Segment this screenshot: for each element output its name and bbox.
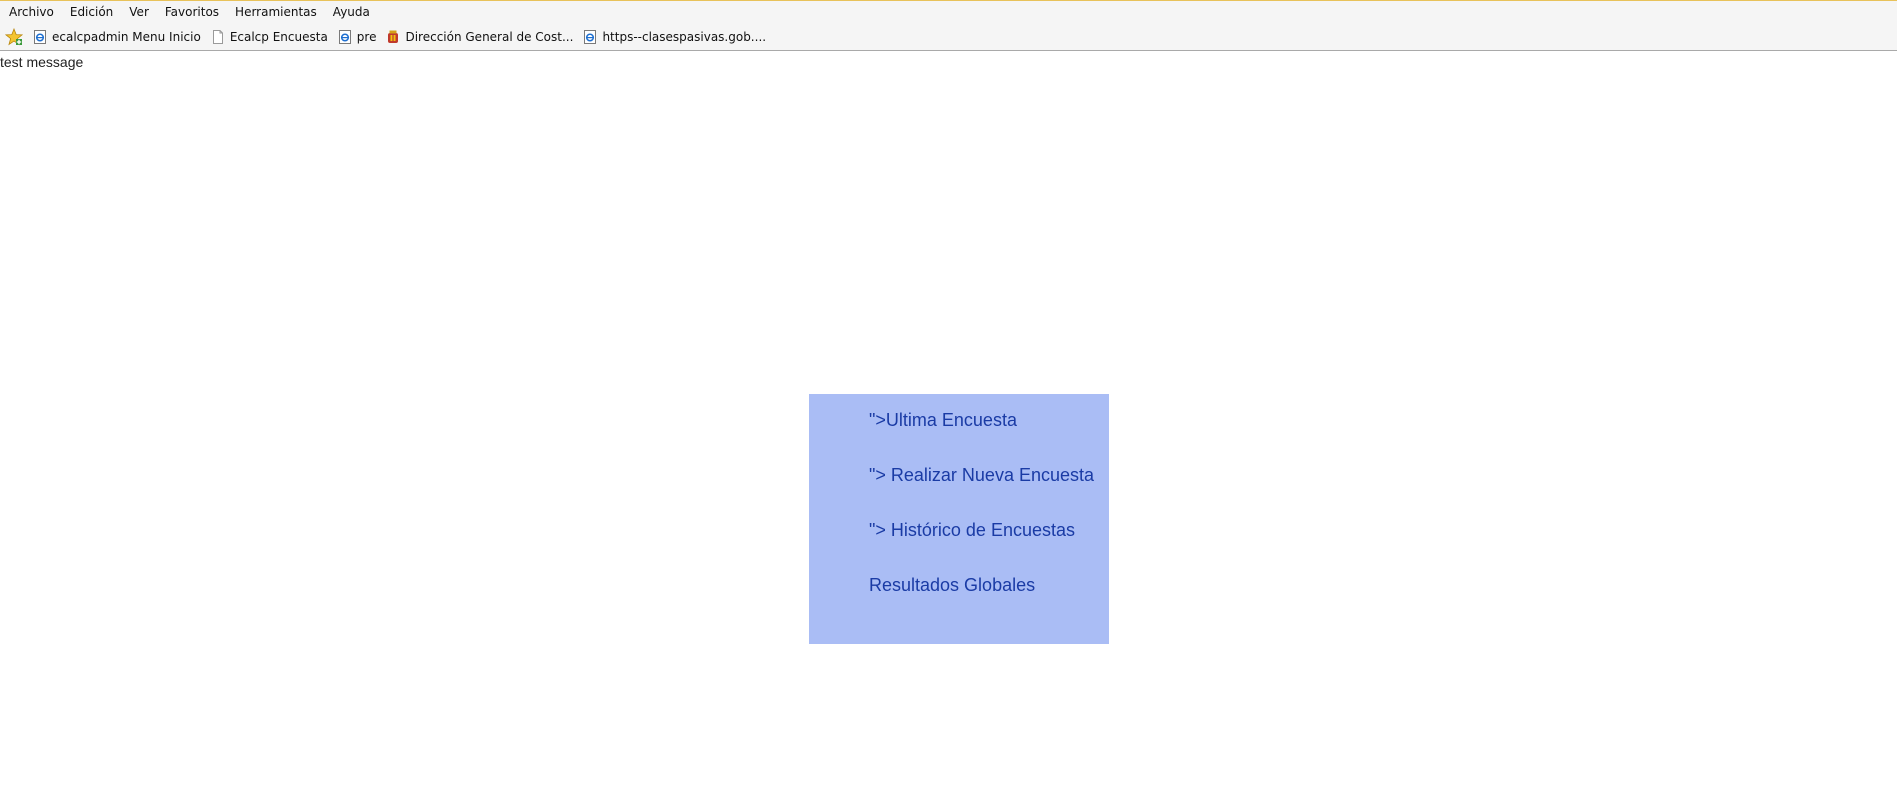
favorite-label: ecalcpadmin Menu Inicio <box>52 30 201 44</box>
menu-ver[interactable]: Ver <box>129 5 149 19</box>
test-message: test message <box>0 54 84 70</box>
favorite-clasespasivas[interactable]: https--clasespasivas.gob.... <box>583 30 766 44</box>
link-resultados-globales[interactable]: Resultados Globales <box>869 575 1035 596</box>
menu-favoritos[interactable]: Favoritos <box>165 5 219 19</box>
ie-page-icon <box>33 30 47 44</box>
menu-bar: Archivo Edición Ver Favoritos Herramient… <box>0 1 386 23</box>
favorite-label: https--clasespasivas.gob.... <box>602 30 767 44</box>
favorites-star-icon[interactable] <box>5 28 23 46</box>
favorite-ecalcp-encuesta[interactable]: Ecalcp Encuesta <box>211 30 328 44</box>
survey-menu-panel: ">Ultima Encuesta "> Realizar Nueva Encu… <box>809 394 1109 644</box>
link-realizar-nueva-encuesta[interactable]: "> Realizar Nueva Encuesta <box>869 465 1094 486</box>
ie-page-icon <box>583 30 597 44</box>
menu-herramientas[interactable]: Herramientas <box>235 5 317 19</box>
favorite-label: Ecalcp Encuesta <box>229 30 328 44</box>
favorites-bar: ecalcpadmin Menu Inicio Ecalcp Encuesta … <box>0 25 776 49</box>
menu-ayuda[interactable]: Ayuda <box>333 5 370 19</box>
favorite-direccion-general[interactable]: Dirección General de Cost... <box>386 30 573 44</box>
government-seal-icon <box>386 30 400 44</box>
favorite-pre[interactable]: pre <box>338 30 377 44</box>
browser-chrome: Archivo Edición Ver Favoritos Herramient… <box>0 1 1897 51</box>
blank-page-icon <box>211 30 225 44</box>
menu-edicion[interactable]: Edición <box>70 5 113 19</box>
menu-archivo[interactable]: Archivo <box>9 5 54 19</box>
favorite-ecalcpadmin-menu-inicio[interactable]: ecalcpadmin Menu Inicio <box>33 30 201 44</box>
link-historico-encuestas[interactable]: "> Histórico de Encuestas <box>869 520 1075 541</box>
favorite-label: pre <box>356 30 377 44</box>
link-ultima-encuesta[interactable]: ">Ultima Encuesta <box>869 410 1017 431</box>
ie-page-icon <box>338 30 352 44</box>
favorite-label: Dirección General de Cost... <box>405 30 574 44</box>
